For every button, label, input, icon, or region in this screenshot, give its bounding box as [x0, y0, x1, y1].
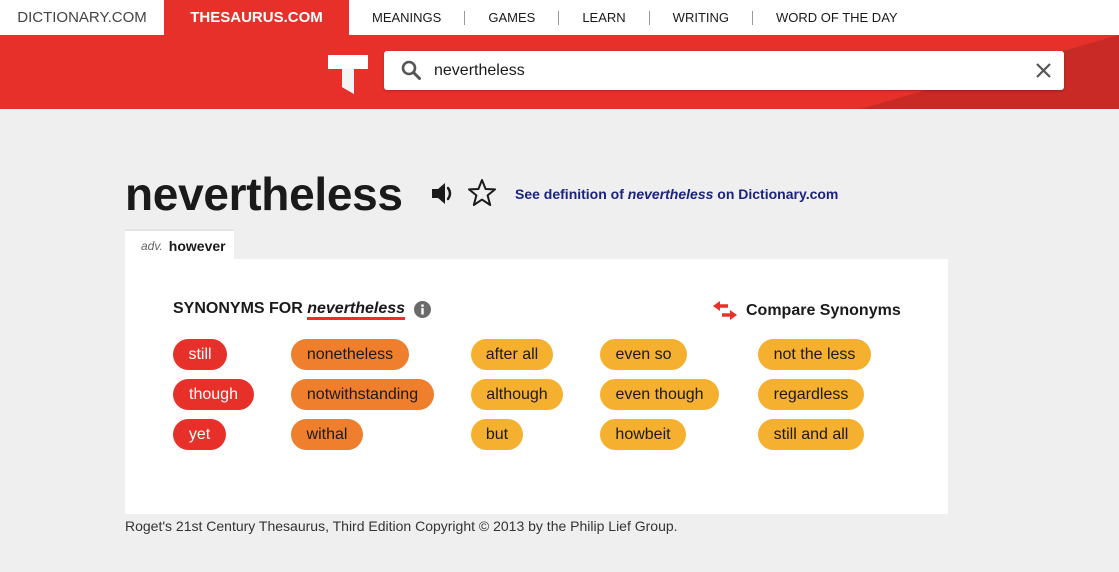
search-header — [0, 35, 1119, 109]
part-of-speech-label: adv. — [141, 238, 163, 253]
synonym-pill-even-so[interactable]: even so — [600, 339, 687, 370]
pronunciation-speaker-icon[interactable] — [430, 180, 457, 207]
synonym-pill-still[interactable]: still — [173, 339, 227, 370]
nav-link-word-of-the-day[interactable]: WORD OF THE DAY — [752, 10, 921, 25]
search-icon[interactable] — [401, 60, 421, 80]
synonym-pill-notwithstanding[interactable]: notwithstanding — [291, 379, 434, 410]
synonyms-heading: SYNONYMS FOR nevertheless — [173, 300, 406, 320]
synonym-pill-though[interactable]: though — [173, 379, 254, 410]
top-nav: DICTIONARY.COM THESAURUS.COM MEANINGS GA… — [0, 0, 1119, 35]
nav-link-meanings[interactable]: MEANINGS — [349, 10, 464, 25]
see-definition-link[interactable]: See definition of nevertheless on Dictio… — [515, 186, 838, 202]
synonym-pill-not-the-less[interactable]: not the less — [758, 339, 871, 370]
nav-link-games[interactable]: GAMES — [464, 10, 558, 25]
sense-tab-however[interactable]: adv. however — [125, 229, 234, 260]
favorite-star-icon[interactable] — [467, 178, 497, 208]
synonyms-heading-word: nevertheless — [307, 300, 406, 320]
compare-arrows-icon[interactable] — [713, 301, 737, 321]
copyright-notice: Roget's 21st Century Thesaurus, Third Ed… — [125, 518, 678, 534]
synonym-pill-nonetheless[interactable]: nonetheless — [291, 339, 409, 370]
compare-synonyms-link[interactable]: Compare Synonyms — [746, 302, 901, 320]
synonyms-heading-prefix: SYNONYMS FOR — [173, 300, 308, 317]
nav-links: MEANINGS GAMES LEARN WRITING WORD OF THE… — [349, 0, 921, 35]
synonym-pill-howbeit[interactable]: howbeit — [600, 419, 686, 450]
info-icon[interactable] — [414, 301, 431, 318]
thesaurus-site-tab[interactable]: THESAURUS.COM — [164, 0, 349, 35]
definition-link-word: nevertheless — [627, 186, 714, 202]
dictionary-site-tab[interactable]: DICTIONARY.COM — [0, 0, 164, 35]
synonym-pill-but[interactable]: but — [471, 419, 523, 450]
synonym-pill-withal[interactable]: withal — [291, 419, 363, 450]
synonym-pill-even-though[interactable]: even though — [600, 379, 719, 410]
search-box — [384, 51, 1064, 90]
synonyms-card: SYNONYMS FOR nevertheless Compare Synony… — [125, 259, 948, 514]
definition-link-suffix: on Dictionary.com — [713, 186, 839, 202]
nav-link-learn[interactable]: LEARN — [558, 10, 648, 25]
thesaurus-logo-icon[interactable] — [328, 52, 368, 94]
page-title-headword: nevertheless — [125, 168, 403, 220]
sense-word-label: however — [168, 237, 226, 254]
synonym-pill-yet[interactable]: yet — [173, 419, 226, 450]
nav-link-writing[interactable]: WRITING — [648, 10, 752, 25]
definition-link-prefix: See definition of — [515, 186, 628, 202]
synonym-pill-after-all[interactable]: after all — [471, 339, 553, 370]
synonym-pill-although[interactable]: although — [471, 379, 563, 410]
synonym-pill-still-and-all[interactable]: still and all — [758, 419, 864, 450]
synonym-pill-regardless[interactable]: regardless — [758, 379, 864, 410]
search-input[interactable] — [434, 51, 1014, 90]
clear-search-icon[interactable] — [1035, 62, 1052, 79]
